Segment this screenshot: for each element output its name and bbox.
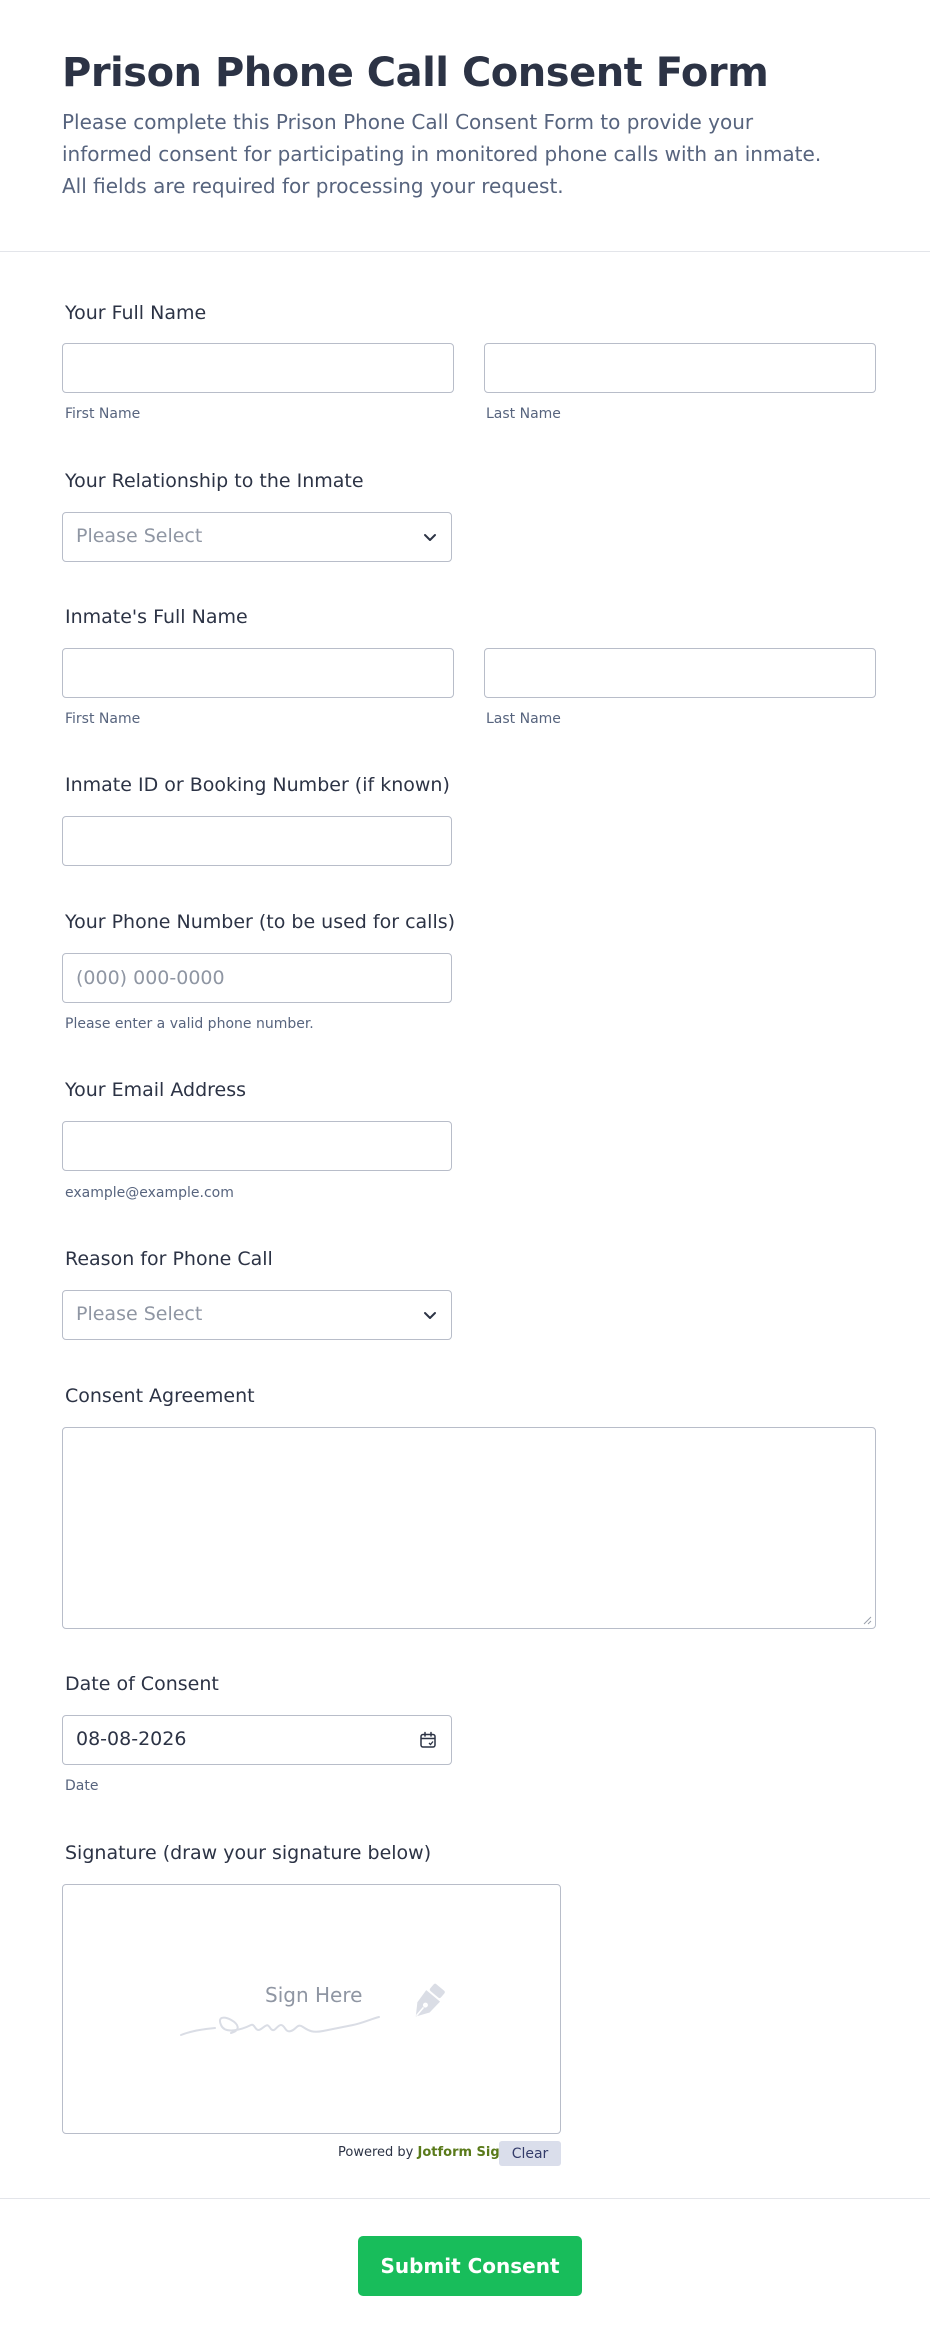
signature-label: Signature (draw your signature below) xyxy=(65,1842,432,1864)
calendar-icon[interactable] xyxy=(419,1731,437,1749)
reason-label: Reason for Phone Call xyxy=(65,1248,273,1270)
phone-sublabel: Please enter a valid phone number. xyxy=(65,1016,314,1032)
last-name-sublabel: Last Name xyxy=(486,406,561,422)
submit-button[interactable]: Submit Consent xyxy=(358,2236,582,2296)
date-value: 08-08-2026 xyxy=(76,1728,187,1750)
relationship-label: Your Relationship to the Inmate xyxy=(65,470,364,492)
email-sublabel: example@example.com xyxy=(65,1185,234,1201)
consent-agreement-textarea[interactable] xyxy=(62,1427,876,1629)
phone-label: Your Phone Number (to be used for calls) xyxy=(65,911,456,933)
powered-by-prefix: Powered by xyxy=(338,2145,414,2160)
powered-by-text: Powered by Jotform Sign xyxy=(338,2145,509,2160)
inmate-last-name-input[interactable] xyxy=(484,648,876,698)
page-title: Prison Phone Call Consent Form xyxy=(62,50,769,96)
clear-signature-button[interactable]: Clear xyxy=(499,2141,561,2166)
reason-select[interactable]: Please Select xyxy=(62,1290,452,1340)
signature-pad[interactable]: Sign Here xyxy=(62,1884,561,2134)
chevron-down-icon xyxy=(424,534,436,541)
date-label: Date of Consent xyxy=(65,1673,219,1695)
inmate-first-name-input[interactable] xyxy=(62,648,454,698)
date-sublabel: Date xyxy=(65,1778,99,1794)
email-label: Your Email Address xyxy=(65,1079,247,1101)
inmate-id-label: Inmate ID or Booking Number (if known) xyxy=(65,774,450,796)
footer-divider xyxy=(0,2198,930,2199)
full-name-label: Your Full Name xyxy=(65,302,207,324)
resize-handle-icon[interactable] xyxy=(862,1615,872,1625)
powered-by-brand: Jotform Sign xyxy=(417,2145,509,2160)
inmate-id-input[interactable] xyxy=(62,816,452,866)
form-header: Prison Phone Call Consent Form Please co… xyxy=(0,0,930,252)
inmate-first-name-sublabel: First Name xyxy=(65,711,141,727)
inmate-last-name-sublabel: Last Name xyxy=(486,711,561,727)
pen-icon xyxy=(415,1983,445,2017)
last-name-input[interactable] xyxy=(484,343,876,393)
relationship-select[interactable]: Please Select xyxy=(62,512,452,562)
consent-agreement-label: Consent Agreement xyxy=(65,1385,255,1407)
phone-input[interactable] xyxy=(62,953,452,1003)
reason-select-value: Please Select xyxy=(76,1303,203,1325)
signature-placeholder: Sign Here xyxy=(265,1983,363,2007)
relationship-select-value: Please Select xyxy=(76,525,203,547)
page-subtitle: Please complete this Prison Phone Call C… xyxy=(62,110,822,198)
email-input[interactable] xyxy=(62,1121,452,1171)
date-input[interactable]: 08-08-2026 xyxy=(62,1715,452,1765)
first-name-input[interactable] xyxy=(62,343,454,393)
first-name-sublabel: First Name xyxy=(65,406,141,422)
chevron-down-icon xyxy=(424,1312,436,1319)
inmate-name-label: Inmate's Full Name xyxy=(65,606,248,628)
